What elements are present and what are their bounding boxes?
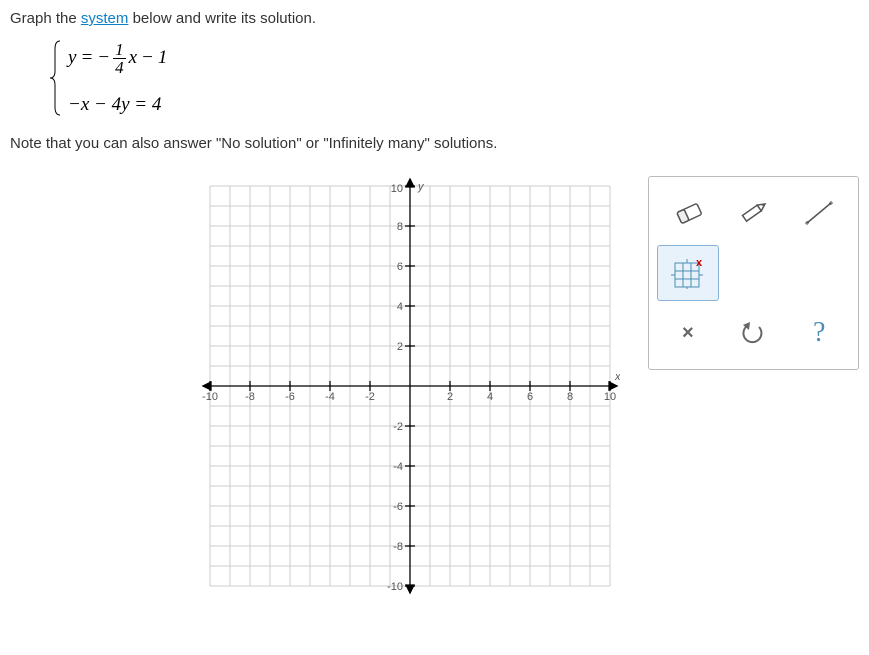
eraser-icon — [670, 198, 706, 228]
svg-text:4: 4 — [487, 391, 493, 403]
svg-text:-10: -10 — [202, 391, 218, 403]
equation-2: −x − 4y = 4 — [68, 94, 167, 116]
undo-tool[interactable] — [723, 305, 785, 361]
line-icon — [801, 198, 837, 228]
close-tool[interactable]: × — [657, 305, 719, 361]
equation-1: y = − 1 4 x − 1 — [68, 41, 167, 76]
equation-system: y = − 1 4 x − 1 −x − 4y = 4 — [46, 39, 859, 117]
pencil-icon — [735, 198, 771, 228]
question-prompt: Graph the system below and write its sol… — [10, 10, 859, 27]
blank-cell-1 — [723, 245, 785, 301]
svg-text:2: 2 — [397, 341, 403, 353]
line-tool[interactable] — [788, 185, 850, 241]
remove-point-icon: x — [671, 257, 705, 289]
remove-point-tool[interactable]: x — [657, 245, 719, 301]
svg-text:-10: -10 — [387, 581, 403, 593]
svg-text:x: x — [614, 371, 620, 383]
help-icon: ? — [813, 317, 825, 349]
graph-canvas[interactable]: -10 -8 -6 -4 -2 2 4 6 8 10 2 4 6 8 10 -2 — [200, 176, 620, 596]
svg-text:-8: -8 — [393, 541, 403, 553]
svg-text:-6: -6 — [393, 501, 403, 513]
brace-icon — [46, 39, 64, 117]
svg-text:8: 8 — [397, 221, 403, 233]
svg-text:-6: -6 — [285, 391, 295, 403]
eraser-tool[interactable] — [657, 185, 719, 241]
svg-text:6: 6 — [527, 391, 533, 403]
help-tool[interactable]: ? — [788, 305, 850, 361]
svg-text:6: 6 — [397, 261, 403, 273]
svg-text:4: 4 — [397, 301, 403, 313]
svg-text:y: y — [417, 181, 425, 193]
svg-text:-2: -2 — [365, 391, 375, 403]
svg-text:10: 10 — [604, 391, 616, 403]
undo-icon — [739, 319, 767, 347]
svg-text:8: 8 — [567, 391, 573, 403]
svg-text:2: 2 — [447, 391, 453, 403]
svg-text:-8: -8 — [245, 391, 255, 403]
svg-text:-4: -4 — [325, 391, 335, 403]
svg-text:-2: -2 — [393, 421, 403, 433]
close-icon: × — [682, 322, 694, 345]
note-text: Note that you can also answer "No soluti… — [10, 135, 859, 152]
svg-text:10: 10 — [391, 183, 403, 195]
drawing-toolbar: x × ? — [648, 176, 859, 370]
prompt-pre: Graph the — [10, 10, 81, 27]
system-link[interactable]: system — [81, 10, 129, 27]
pencil-tool[interactable] — [723, 185, 785, 241]
svg-text:x: x — [696, 257, 703, 269]
blank-cell-2 — [788, 245, 850, 301]
prompt-post: below and write its solution. — [128, 10, 316, 27]
svg-text:-4: -4 — [393, 461, 403, 473]
